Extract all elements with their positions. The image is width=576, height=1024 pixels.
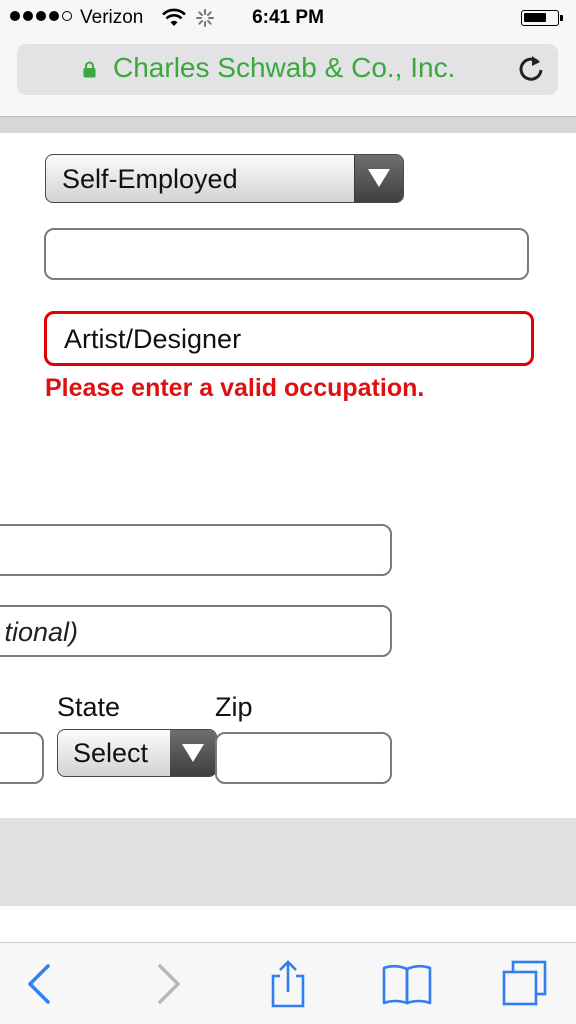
employment-status-select[interactable]: Self-Employed bbox=[45, 154, 404, 203]
state-label: State bbox=[57, 692, 121, 722]
city-field[interactable] bbox=[0, 732, 44, 784]
occupation-error-message: Please enter a valid occupation. bbox=[45, 374, 425, 402]
bookmarks-icon[interactable] bbox=[379, 958, 435, 1010]
site-title[interactable]: Charles Schwab & Co., Inc. bbox=[113, 52, 455, 84]
section-band bbox=[0, 818, 576, 906]
forward-icon[interactable] bbox=[140, 958, 196, 1010]
zip-label: Zip bbox=[215, 692, 253, 722]
occupation-value: Artist/Designer bbox=[64, 324, 242, 354]
employment-status-value: Self-Employed bbox=[62, 164, 238, 194]
battery-icon bbox=[521, 10, 563, 26]
back-icon[interactable] bbox=[12, 958, 68, 1010]
address-line2-field[interactable]: tional) bbox=[0, 605, 392, 657]
reload-icon[interactable] bbox=[516, 53, 546, 85]
chevron-down-icon bbox=[368, 169, 390, 187]
status-bar: Verizon 6:41 PM bbox=[0, 0, 576, 36]
state-select-value: Select bbox=[73, 738, 149, 768]
share-icon[interactable] bbox=[260, 958, 316, 1010]
employer-name-field[interactable] bbox=[44, 228, 529, 280]
chevron-down-icon bbox=[182, 744, 204, 762]
state-select[interactable]: Select bbox=[57, 729, 217, 777]
occupation-field[interactable]: Artist/Designer bbox=[44, 311, 534, 366]
address-line1-field[interactable] bbox=[0, 524, 392, 576]
clock: 6:41 PM bbox=[252, 7, 324, 28]
page-divider bbox=[0, 116, 576, 133]
lock-icon bbox=[83, 61, 96, 78]
zip-field[interactable] bbox=[215, 732, 392, 784]
address-line2-placeholder: tional) bbox=[4, 617, 78, 647]
tabs-icon[interactable] bbox=[497, 958, 553, 1010]
